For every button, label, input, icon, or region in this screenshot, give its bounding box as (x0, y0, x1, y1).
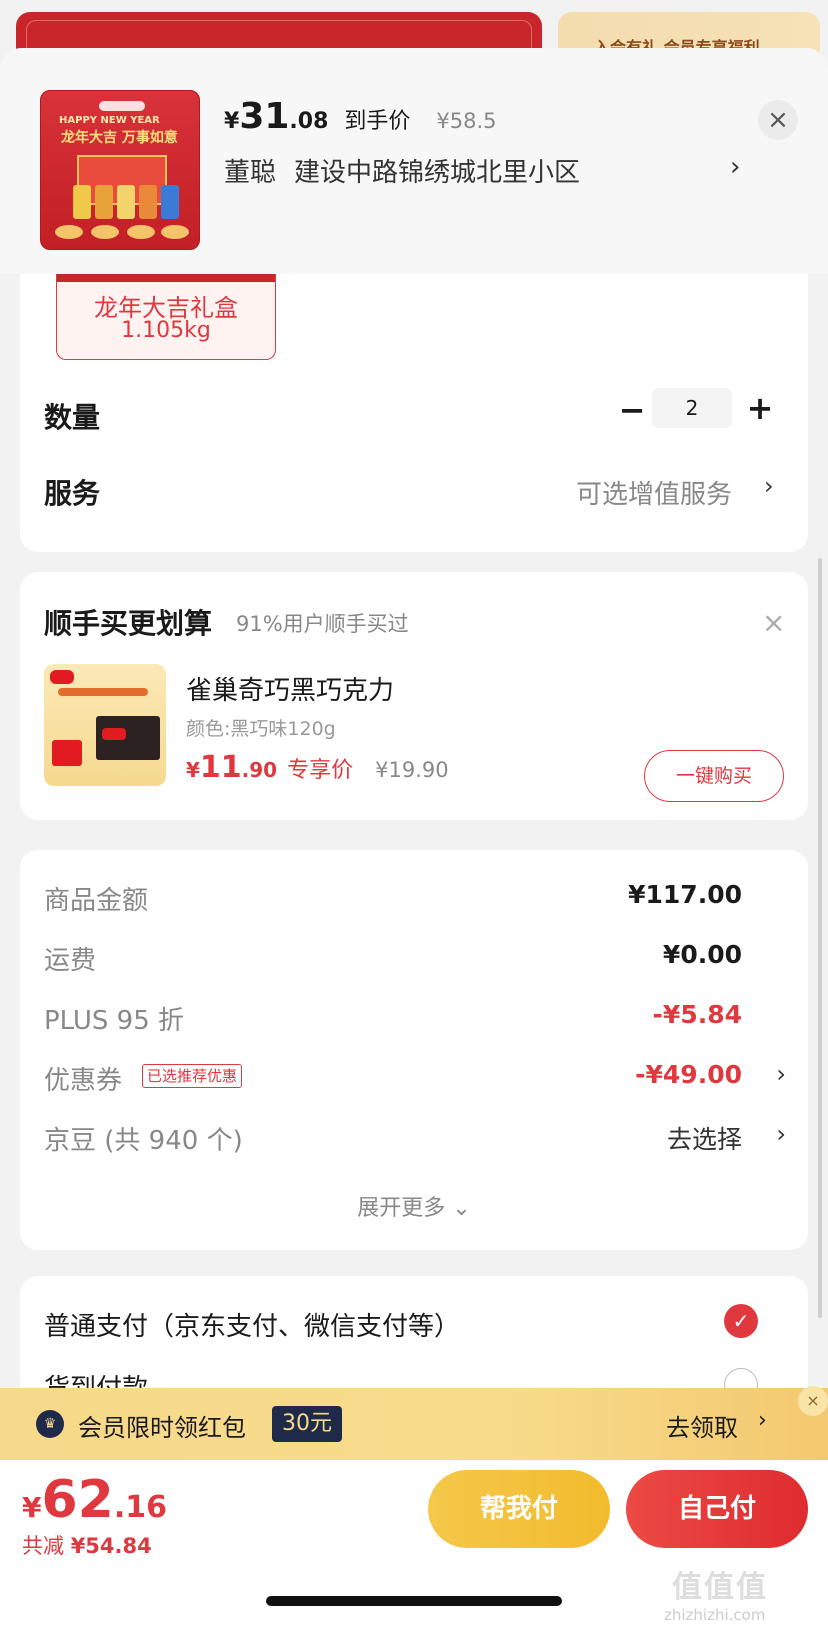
fee-row-jingdou[interactable]: 京豆 (共 940 个) 去选择 › (44, 1120, 786, 1160)
upsell-price-decimal: .90 (241, 758, 278, 782)
product-thumbnail: HAPPY NEW YEAR 龙年大吉 万事如意 (40, 90, 200, 250)
snack-plate (127, 225, 155, 239)
image-decoration (52, 740, 82, 766)
upsell-price-tag: 专享价 (287, 758, 354, 783)
brand-logo (99, 101, 145, 111)
service-selector[interactable]: 可选增值服务 (576, 474, 732, 511)
fee-value: ¥0.00 (662, 940, 742, 969)
expand-more-button[interactable]: 展开更多 ⌄ (20, 1190, 808, 1222)
fee-row-goods: 商品金额 ¥117.00 (44, 880, 762, 920)
price-tag: 到手价 (344, 109, 411, 134)
upsell-price: ¥ 11 .90 专享价 ¥19.90 (186, 750, 449, 785)
total-discount: 共减 ¥54.84 (22, 1530, 152, 1560)
image-decoration (96, 716, 160, 760)
fee-label: PLUS 95 折 (44, 1006, 185, 1036)
chevron-right-icon[interactable]: › (730, 152, 740, 182)
thumb-text-2: 龙年大吉 万事如意 (61, 130, 178, 146)
sheet-header: HAPPY NEW YEAR 龙年大吉 万事如意 ¥ 31 .08 到手价 ¥5… (0, 48, 828, 274)
total-currency: ¥ (22, 1491, 42, 1524)
member-bar-action[interactable]: 去领取 (666, 1408, 738, 1443)
total-integer: 62 (41, 1470, 114, 1530)
upsell-product-image[interactable] (44, 664, 166, 786)
fee-value: ¥117.00 (628, 880, 742, 909)
help-me-pay-button[interactable]: 帮我付 (428, 1470, 610, 1548)
snack-pack (161, 185, 179, 219)
upsell-title: 顺手买更划算 (44, 607, 213, 640)
discount-prefix: 共减 (22, 1534, 71, 1558)
price-original: ¥58.5 (436, 109, 497, 133)
upsell-card: 顺手买更划算 91%用户顺手买过 × 雀巢奇巧黑巧克力 颜色:黑巧味120g ¥… (20, 572, 808, 820)
check-icon[interactable]: ✓ (724, 1304, 758, 1338)
address-selector[interactable]: 董聪 建设中路锦绣城北里小区 (224, 152, 744, 189)
price-integer: 31 (239, 96, 290, 137)
member-bar-text: 会员限时领红包 (78, 1414, 246, 1442)
upsell-price-currency: ¥ (186, 758, 200, 782)
crown-icon: ♛ (36, 1410, 64, 1438)
image-decoration (58, 688, 148, 696)
service-label: 服务 (44, 477, 101, 510)
member-bar-amount: 30元 (272, 1406, 342, 1442)
upsell-price-integer: 11 (199, 750, 242, 785)
fee-label: 商品金额 (44, 886, 149, 916)
chevron-right-icon[interactable]: › (758, 1408, 767, 1433)
recipient-address: 建设中路锦绣城北里小区 (294, 158, 581, 188)
scrollbar[interactable] (818, 558, 822, 1318)
upsell-product-name[interactable]: 雀巢奇巧黑巧克力 (186, 670, 394, 707)
quantity-plus-button[interactable]: + (742, 388, 778, 428)
total-decimal: .16 (113, 1490, 168, 1525)
fee-value: -¥49.00 (635, 1060, 742, 1089)
chevron-right-icon[interactable]: › (776, 1060, 786, 1088)
snack-plate (161, 225, 189, 239)
discount-value: ¥54.84 (70, 1534, 152, 1558)
fee-row-coupon[interactable]: 优惠券 已选推荐优惠 -¥49.00 › (44, 1060, 786, 1100)
close-button[interactable]: × (758, 100, 798, 140)
quantity-label: 数量 (44, 401, 101, 434)
fee-row-plus: PLUS 95 折 -¥5.84 (44, 1000, 762, 1040)
one-click-buy-button[interactable]: 一键购买 (644, 750, 784, 802)
upsell-product-variant: 颜色:黑巧味120g (186, 718, 336, 740)
quantity-minus-button[interactable]: − (614, 390, 650, 430)
recipient-name: 董聪 (224, 158, 277, 188)
payment-option-normal[interactable]: 普通支付（京东支付、微信支付等） (44, 1306, 460, 1343)
watermark: 值值值 (672, 1570, 768, 1605)
fee-summary-card: 商品金额 ¥117.00 运费 ¥0.00 PLUS 95 折 -¥5.84 优… (20, 850, 808, 1250)
fee-value[interactable]: 去选择 (667, 1120, 742, 1156)
close-icon[interactable]: × (798, 1386, 828, 1416)
snack-pack (95, 185, 113, 219)
snack-plate (91, 225, 119, 239)
quantity-input[interactable]: 2 (652, 388, 732, 428)
snack-plate (55, 225, 83, 239)
fee-row-shipping: 运费 ¥0.00 (44, 940, 762, 980)
fee-value: -¥5.84 (652, 1000, 742, 1029)
total-price: ¥ 62 .16 (22, 1470, 167, 1530)
checkout-bottom-bar: ¥ 62 .16 共减 ¥54.84 帮我付 自己付 值值值 zhizhizhi… (0, 1460, 828, 1628)
chevron-right-icon[interactable]: › (764, 472, 774, 500)
coupon-badge: 已选推荐优惠 (142, 1064, 243, 1088)
upsell-subtitle: 91%用户顺手买过 (236, 612, 409, 636)
pay-myself-button[interactable]: 自己付 (626, 1470, 808, 1548)
member-redpacket-bar[interactable]: ♛ 会员限时领红包 30元 去领取 › × (0, 1386, 828, 1460)
upsell-price-original: ¥19.90 (375, 758, 449, 782)
thumb-text-1: HAPPY NEW YEAR (59, 115, 160, 126)
snack-pack (117, 185, 135, 219)
watermark-url: zhizhizhi.com (664, 1606, 766, 1624)
price-currency: ¥ (224, 109, 240, 134)
home-indicator[interactable] (266, 1596, 562, 1606)
fee-label: 运费 (44, 946, 97, 976)
snack-pack (139, 185, 157, 219)
header-price: ¥ 31 .08 到手价 ¥58.5 (224, 96, 497, 137)
snack-pack (73, 185, 91, 219)
price-decimal: .08 (289, 109, 329, 134)
variant-weight: 1.105kg (121, 318, 211, 343)
kitkat-logo (50, 670, 74, 684)
fee-label: 优惠券 (44, 1066, 123, 1096)
chevron-right-icon[interactable]: › (776, 1120, 786, 1148)
fee-label: 京豆 (共 940 个) (44, 1126, 243, 1156)
upsell-close-button[interactable]: × (762, 606, 785, 639)
